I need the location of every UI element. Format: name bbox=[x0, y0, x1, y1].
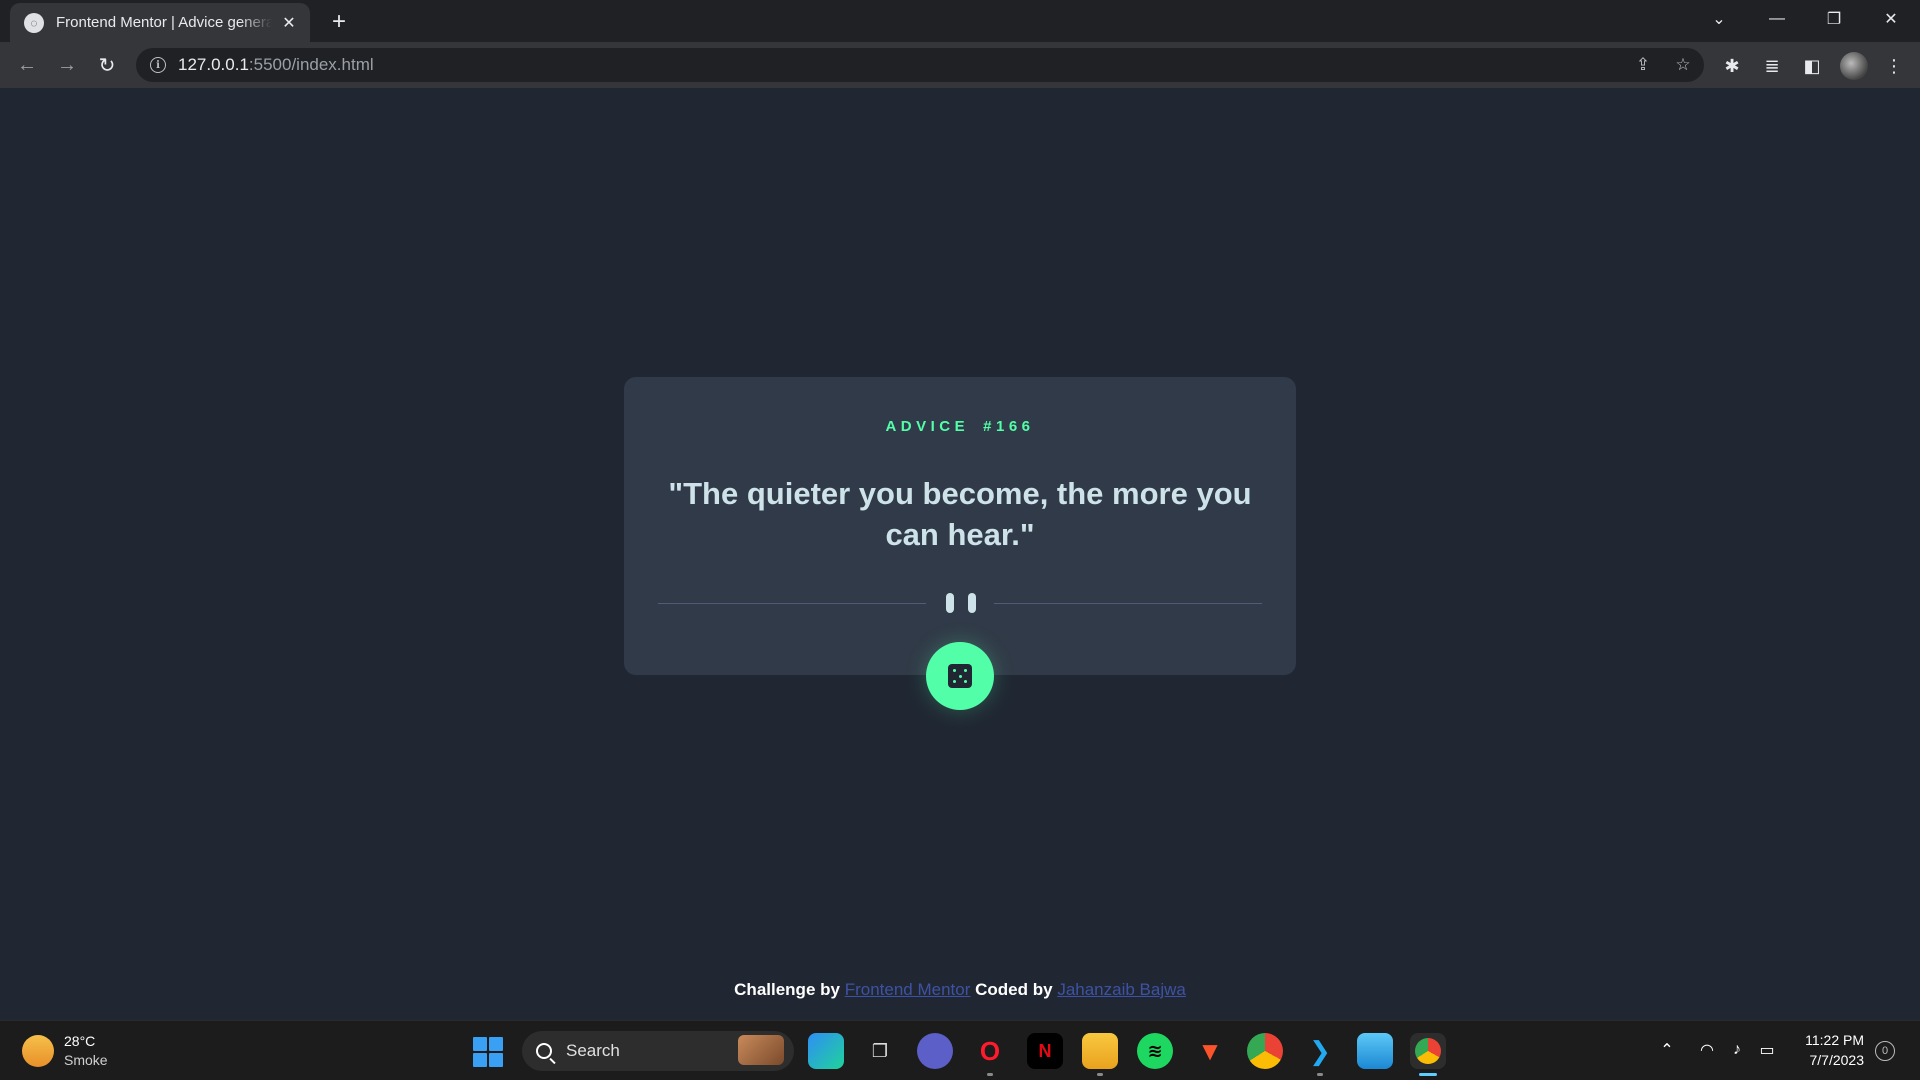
dice-icon bbox=[948, 664, 972, 688]
pause-divider-icon bbox=[946, 593, 976, 613]
search-icon bbox=[536, 1043, 552, 1059]
share-icon[interactable]: ⇪ bbox=[1630, 52, 1656, 78]
advice-id: ADVICE #166 bbox=[624, 418, 1296, 435]
advice-card: ADVICE #166 "The quieter you become, the … bbox=[624, 377, 1296, 710]
spotify-icon[interactable]: ≋ bbox=[1137, 1033, 1173, 1069]
tab-close-icon[interactable]: ✕ bbox=[278, 12, 300, 34]
browser-toolbar: ← → ↻ i 127.0.0.1:5500/index.html ⇪ ☆ ✱ … bbox=[0, 42, 1920, 88]
bookmark-star-icon[interactable]: ☆ bbox=[1670, 52, 1696, 78]
reload-button[interactable]: ↻ bbox=[92, 50, 122, 80]
site-info-icon[interactable]: i bbox=[150, 57, 166, 73]
side-panel-icon[interactable]: ◧ bbox=[1798, 52, 1826, 80]
chat-icon[interactable] bbox=[917, 1033, 953, 1069]
advice-quote: "The quieter you become, the more you ca… bbox=[668, 476, 1252, 552]
opera-icon[interactable]: O bbox=[972, 1033, 1008, 1069]
task-view-icon[interactable]: ❐ bbox=[862, 1033, 898, 1069]
challenge-label: Challenge by bbox=[734, 980, 840, 999]
netflix-icon[interactable]: N bbox=[1027, 1033, 1063, 1069]
clock-date[interactable]: 7/7/2023 bbox=[1798, 1052, 1865, 1068]
weather-condition[interactable]: Smoke bbox=[64, 1052, 108, 1068]
generate-advice-button[interactable] bbox=[926, 642, 994, 710]
edge-dev-icon[interactable] bbox=[808, 1033, 844, 1069]
search-highlight-image[interactable] bbox=[738, 1035, 784, 1065]
minimize-button[interactable]: — bbox=[1748, 0, 1806, 38]
advice-number: #166 bbox=[983, 418, 1035, 435]
favicon-icon: ◌ bbox=[24, 12, 44, 33]
frontend-mentor-link[interactable]: Frontend Mentor bbox=[845, 980, 971, 999]
back-button[interactable]: ← bbox=[12, 50, 42, 80]
advice-label: ADVICE bbox=[885, 418, 970, 435]
tab-search-chevron-icon[interactable]: ⌄ bbox=[1690, 0, 1748, 38]
chrome-icon[interactable] bbox=[1247, 1033, 1283, 1069]
browser-tab-bar: ◌ Frontend Mentor | Advice generator app… bbox=[0, 0, 1920, 42]
tray-chevron-up-icon[interactable]: ⌃ bbox=[1656, 1039, 1678, 1061]
divider-right bbox=[994, 603, 1262, 604]
new-tab-button[interactable]: + bbox=[325, 8, 353, 36]
windows-taskbar: 28°C Smoke Search ❐ O N ≋ ▼ ❯ ⌃ ◠ ♪ ▭ 11… bbox=[0, 1020, 1920, 1080]
menu-kebab-icon[interactable]: ⋮ bbox=[1880, 52, 1908, 80]
restore-button[interactable]: ❐ bbox=[1805, 0, 1863, 38]
wifi-icon[interactable]: ◠ bbox=[1696, 1039, 1718, 1061]
media-queue-icon[interactable]: ≣ bbox=[1758, 52, 1786, 80]
browser-tab[interactable]: ◌ Frontend Mentor | Advice generator app… bbox=[10, 3, 310, 42]
author-link[interactable]: Jahanzaib Bajwa bbox=[1057, 980, 1186, 999]
attribution: Challenge by Frontend Mentor Coded by Ja… bbox=[0, 980, 1920, 1000]
tab-title: Frontend Mentor | Advice generator app bbox=[56, 14, 272, 31]
page-content: ADVICE #166 "The quieter you become, the … bbox=[0, 88, 1920, 1020]
forward-button[interactable]: → bbox=[52, 50, 82, 80]
brave-icon[interactable]: ▼ bbox=[1192, 1033, 1228, 1069]
remote-desktop-icon[interactable] bbox=[1357, 1033, 1393, 1069]
url-text[interactable]: 127.0.0.1:5500/index.html bbox=[178, 55, 374, 75]
clock-time[interactable]: 11:22 PM bbox=[1798, 1032, 1864, 1048]
weather-sun-icon[interactable] bbox=[22, 1035, 54, 1067]
volume-icon[interactable]: ♪ bbox=[1726, 1039, 1748, 1061]
weather-temperature[interactable]: 28°C bbox=[64, 1033, 95, 1049]
address-bar[interactable]: i 127.0.0.1:5500/index.html ⇪ ☆ bbox=[136, 48, 1704, 82]
notification-badge[interactable]: 0 bbox=[1875, 1041, 1895, 1061]
divider-left bbox=[658, 603, 926, 604]
start-windows-icon[interactable] bbox=[473, 1037, 503, 1067]
search-placeholder: Search bbox=[566, 1041, 620, 1060]
file-explorer-icon[interactable] bbox=[1082, 1033, 1118, 1069]
close-window-button[interactable]: ✕ bbox=[1862, 0, 1920, 38]
profile-avatar[interactable] bbox=[1840, 52, 1868, 80]
coded-by-label: Coded by bbox=[975, 980, 1053, 999]
battery-icon[interactable]: ▭ bbox=[1756, 1039, 1778, 1061]
chrome-active-icon[interactable] bbox=[1410, 1033, 1446, 1069]
vscode-icon[interactable]: ❯ bbox=[1302, 1033, 1338, 1069]
extensions-puzzle-icon[interactable]: ✱ bbox=[1718, 52, 1746, 80]
